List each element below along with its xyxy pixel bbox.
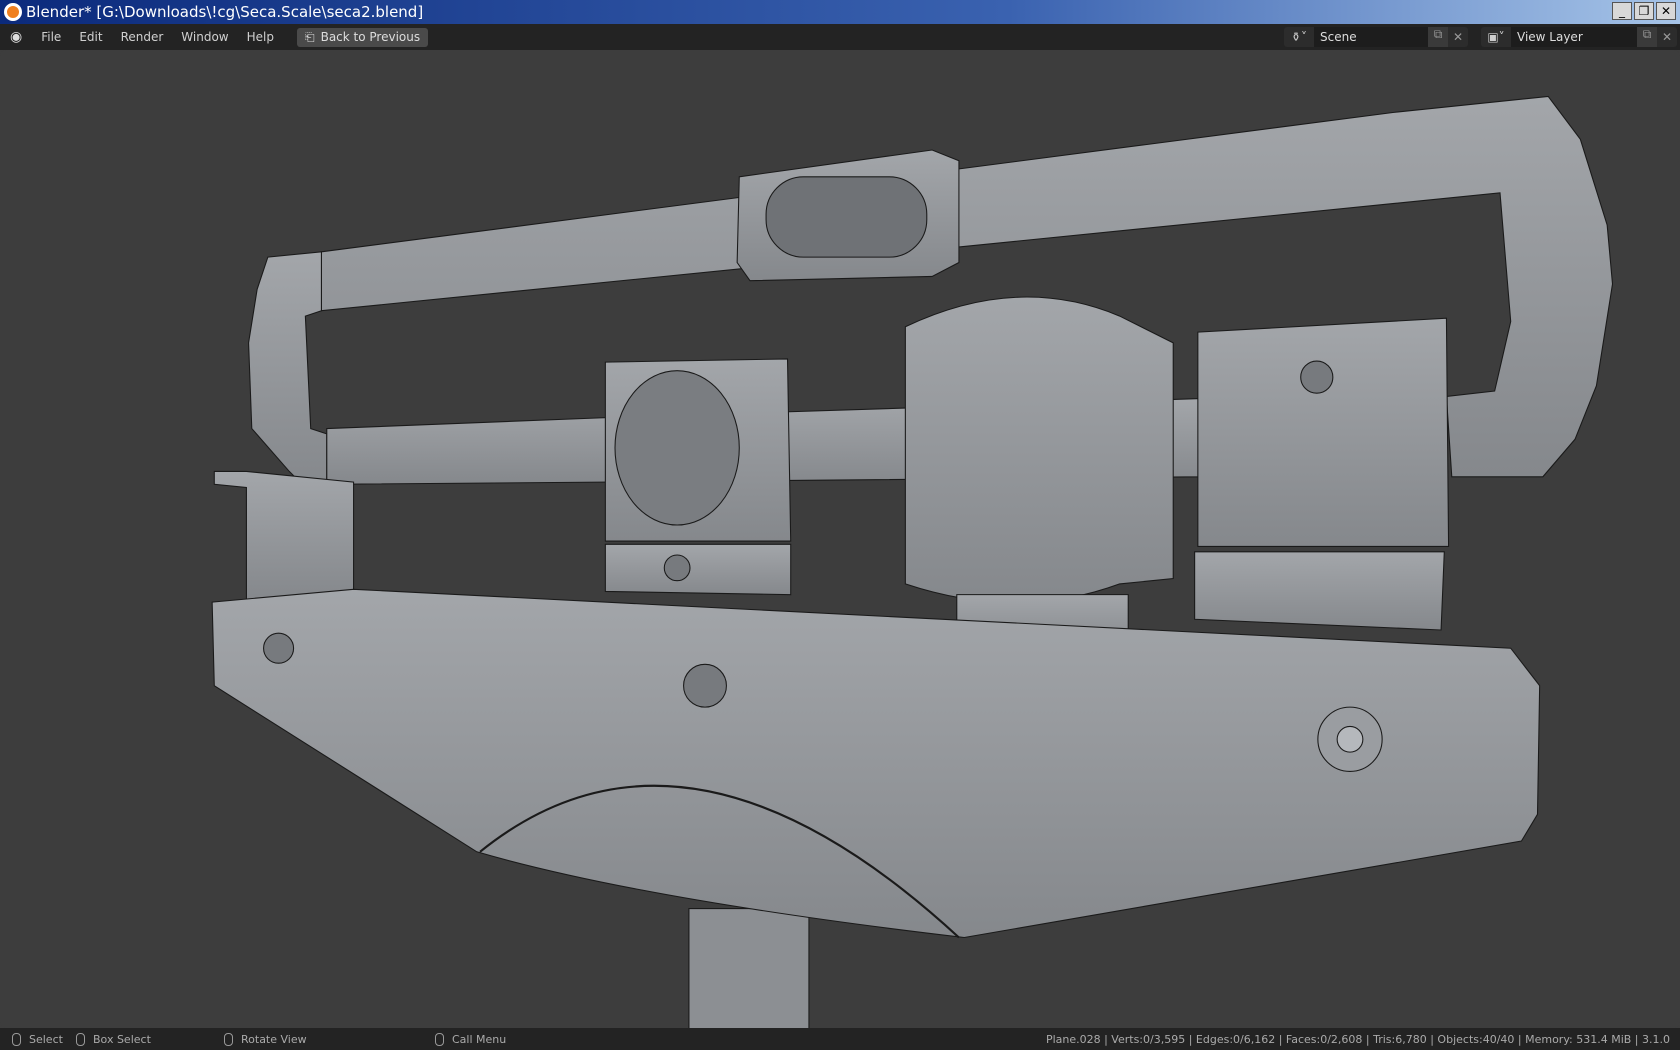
mouse-right-icon <box>435 1032 444 1046</box>
mouse-left-icon <box>12 1032 21 1046</box>
mesh-model <box>211 95 1614 1030</box>
small-box-lower <box>604 543 792 596</box>
center-body <box>904 296 1174 604</box>
right-box <box>1197 317 1450 547</box>
right-box-lower <box>1194 551 1445 631</box>
status-bar: Select Box Select Rotate View Call Menu … <box>0 1028 1680 1050</box>
left-post <box>213 470 355 601</box>
pole <box>688 908 810 1030</box>
scene-statistics: Plane.028 | Verts:0/3,595 | Edges:0/6,16… <box>1045 1032 1670 1046</box>
mouse-drag-icon <box>76 1032 85 1046</box>
mouse-middle-icon <box>224 1032 233 1046</box>
left-hook <box>248 251 328 489</box>
